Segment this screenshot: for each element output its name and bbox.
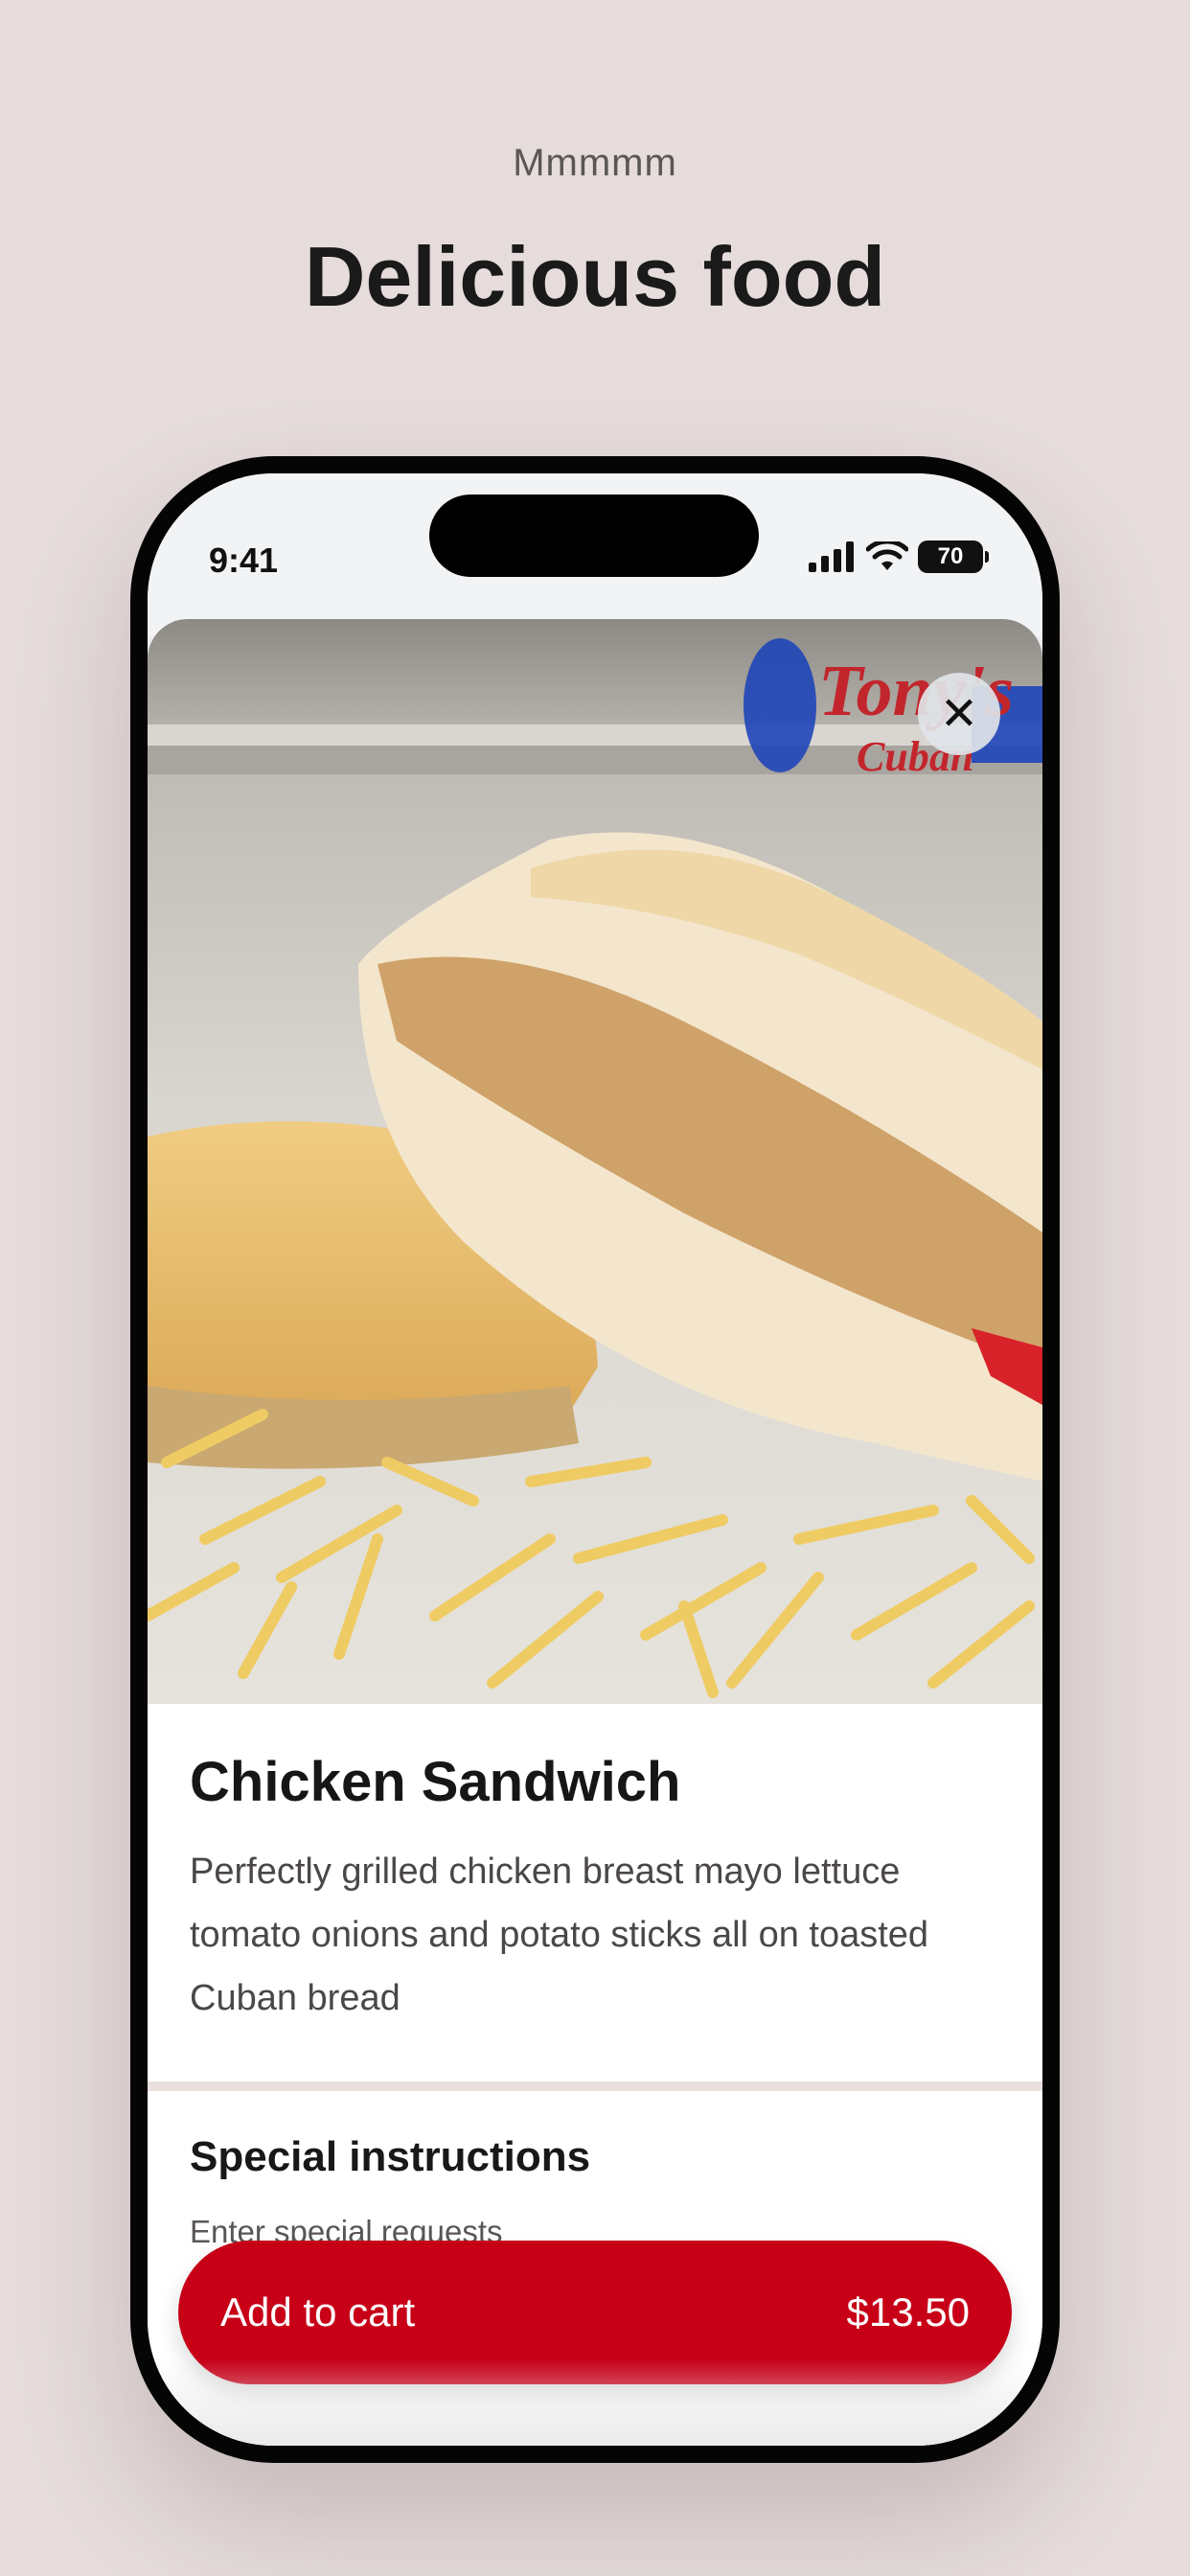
battery-icon: 70 bbox=[918, 540, 989, 573]
section-divider bbox=[148, 2082, 1042, 2091]
dynamic-island bbox=[429, 494, 759, 577]
page-headline: Delicious food bbox=[304, 229, 886, 324]
cellular-signal-icon bbox=[809, 541, 854, 572]
cart-price: $13.50 bbox=[846, 2289, 970, 2334]
special-instructions-title: Special instructions bbox=[190, 2133, 591, 2180]
product-title: Chicken Sandwich bbox=[190, 1751, 681, 1813]
status-time: 9:41 bbox=[209, 540, 279, 580]
eyebrow-text: Mmmmm bbox=[513, 142, 677, 184]
product-description: Perfectly grilled chicken breast mayo le… bbox=[190, 1852, 929, 2018]
phone-screen: 9:41 70 Tony's Cuban ✕ Chicken Sandwich … bbox=[148, 473, 1042, 2446]
product-sheet: Tony's Cuban ✕ Chicken Sandwich Perfectl… bbox=[148, 619, 1042, 2446]
product-image: Tony's Cuban ✕ bbox=[148, 619, 1042, 1704]
phone-frame: 9:41 70 Tony's Cuban ✕ Chicken Sandwich … bbox=[130, 456, 1060, 2463]
status-icons: 70 bbox=[809, 540, 989, 573]
wifi-icon bbox=[866, 541, 908, 570]
add-to-cart-label: Add to cart bbox=[220, 2289, 416, 2334]
close-icon: ✕ bbox=[939, 689, 979, 740]
bottom-fade bbox=[148, 2359, 1042, 2446]
status-bar: 9:41 70 bbox=[148, 473, 1042, 636]
close-button[interactable]: ✕ bbox=[918, 673, 1000, 755]
sandwich-photo: Tony's Cuban bbox=[148, 619, 1042, 1704]
